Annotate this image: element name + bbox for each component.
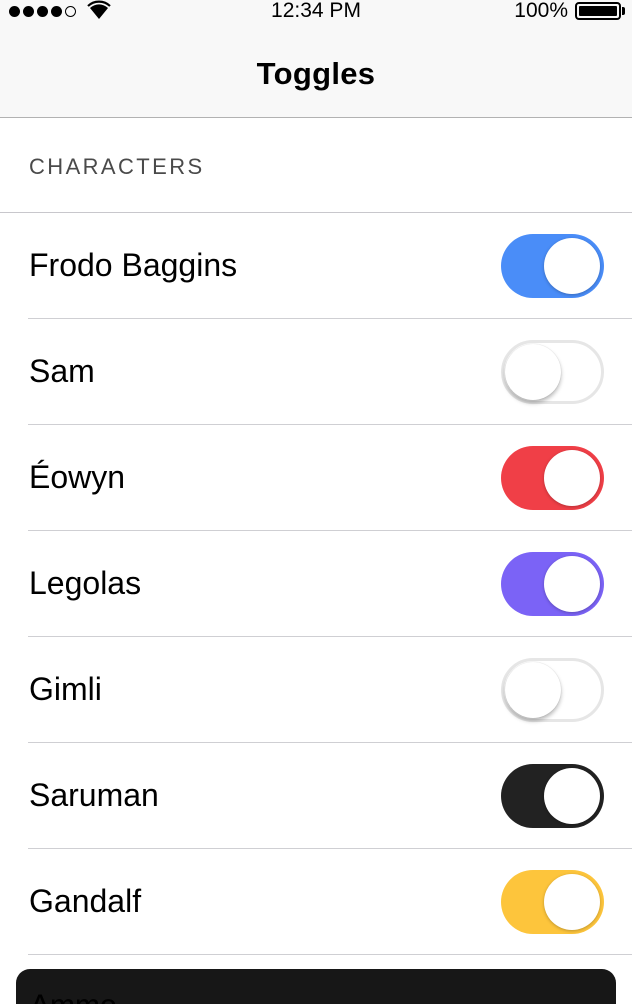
toggle-switch[interactable] (501, 234, 604, 298)
bottom-sheet-label: Ammo (30, 989, 117, 1004)
list-item: Gimli (0, 637, 632, 743)
page-title: Toggles (256, 56, 376, 91)
toggle-knob[interactable] (544, 874, 600, 930)
toggle-switch[interactable] (501, 764, 604, 828)
toggle-knob[interactable] (505, 662, 561, 718)
character-name: Saruman (29, 777, 159, 813)
battery-percent: 100% (514, 0, 568, 22)
toggle-switch[interactable] (501, 446, 604, 510)
list-item: Saruman (0, 743, 632, 849)
toggle-switch[interactable] (501, 658, 604, 722)
character-name: Gimli (29, 671, 102, 707)
list-item: Éowyn (0, 425, 632, 531)
character-name: Gandalf (29, 883, 142, 919)
character-name: Legolas (29, 565, 142, 601)
toggle-knob[interactable] (544, 238, 600, 294)
character-name: Frodo Baggins (29, 247, 238, 283)
toggle-knob[interactable] (544, 768, 600, 824)
toggle-switch[interactable] (501, 340, 604, 404)
screen: 12:34 PM 100% Toggles CHARACTERS Frodo B… (0, 0, 632, 1004)
battery-full-icon (575, 2, 621, 20)
toggle-knob[interactable] (544, 450, 600, 506)
toggle-switch[interactable] (501, 870, 604, 934)
list-item: Frodo Baggins (0, 213, 632, 319)
bottom-sheet[interactable]: Ammo (16, 969, 616, 1004)
status-bar: 12:34 PM 100% (0, 0, 632, 24)
list-item: Legolas (0, 531, 632, 637)
section-header: CHARACTERS (0, 118, 632, 213)
row-divider (28, 953, 632, 955)
toggle-knob[interactable] (544, 556, 600, 612)
character-name: Sam (29, 353, 95, 389)
toggle-knob[interactable] (505, 344, 561, 400)
toggle-switch[interactable] (501, 552, 604, 616)
list-item: Gandalf (0, 849, 632, 955)
section-title: CHARACTERS (29, 154, 205, 179)
character-name: Éowyn (29, 459, 126, 495)
list-item: Sam (0, 319, 632, 425)
battery-tip (622, 7, 625, 15)
navigation-bar: Toggles (0, 24, 632, 118)
character-list: Frodo Baggins Sam Éowyn Legolas Gimli Saruman… (0, 213, 632, 955)
